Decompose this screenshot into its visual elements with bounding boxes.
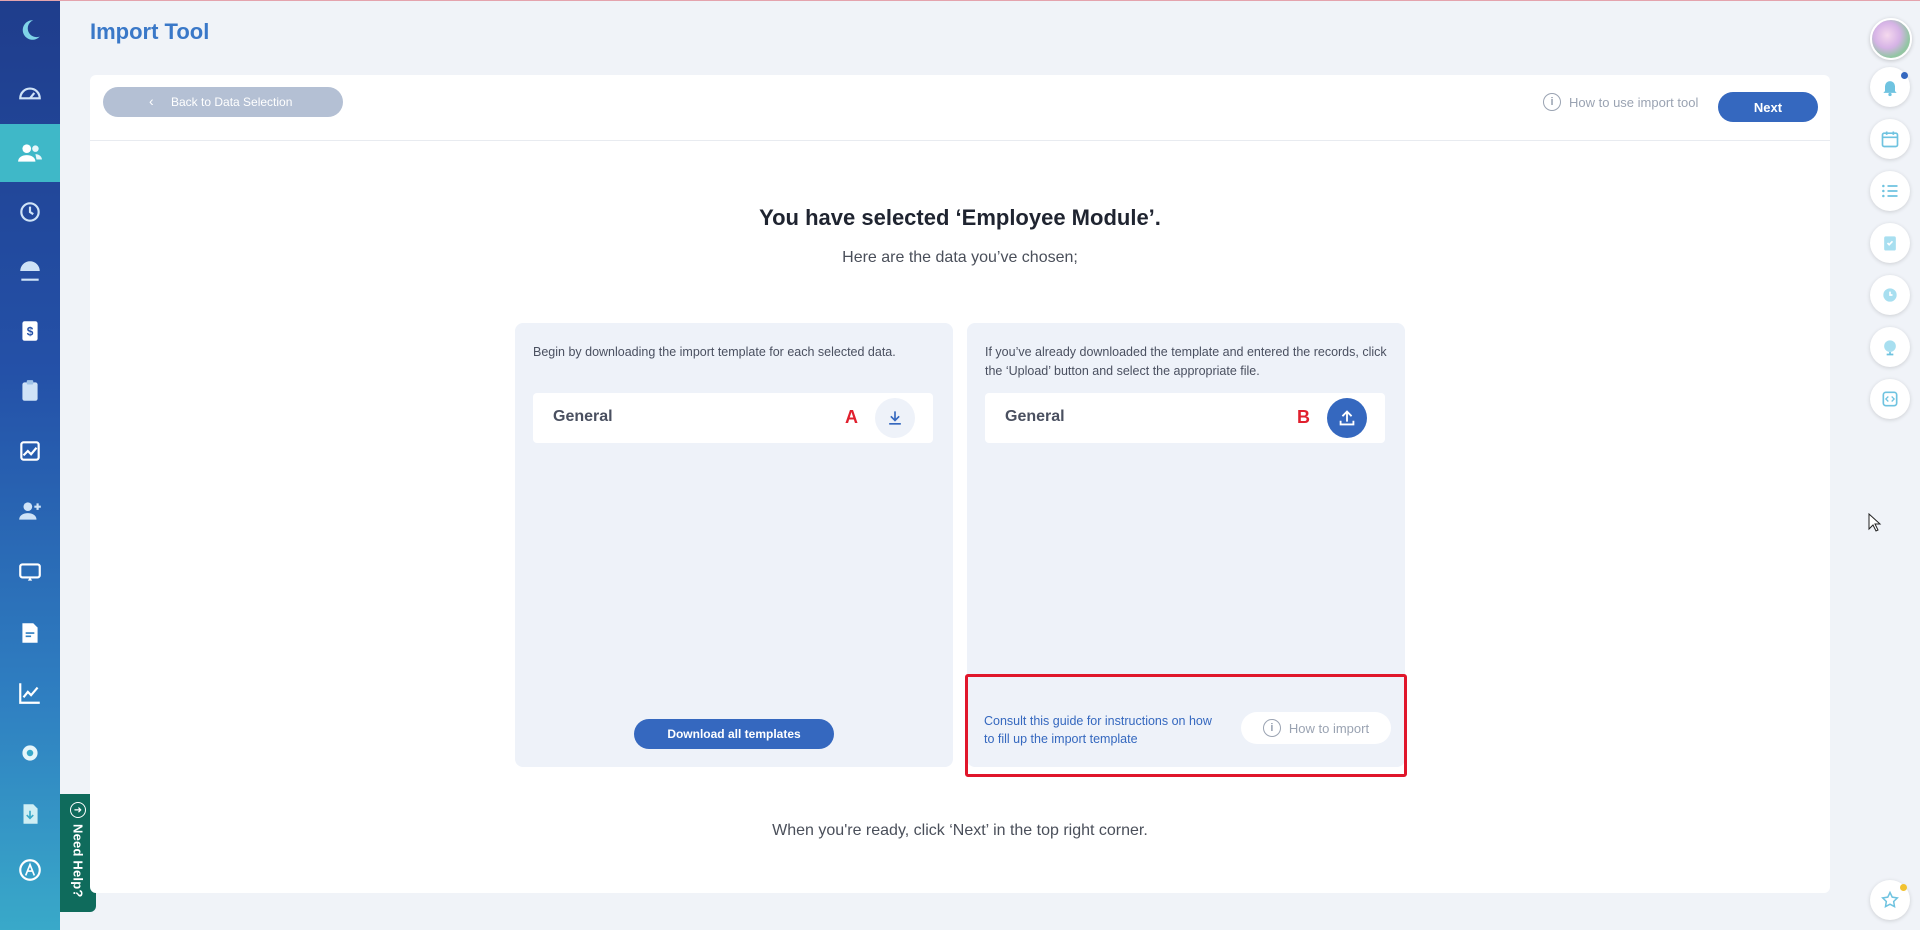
- sidebar-item-analytics[interactable]: [0, 664, 60, 722]
- download-template-row: General A: [533, 393, 933, 443]
- upload-icon: [1339, 410, 1355, 426]
- leave-umbrella-icon: [20, 261, 40, 281]
- import-guide-highlight: Consult this guide for instructions on h…: [965, 674, 1407, 777]
- page-title: Import Tool: [90, 19, 210, 44]
- notification-bell-icon: [1883, 81, 1897, 97]
- sidebar-item-leave[interactable]: [0, 242, 60, 300]
- guide-text: Consult this guide for instructions on h…: [984, 714, 1212, 746]
- help-arrow-icon: ➜: [70, 802, 86, 818]
- sidebar-item-training[interactable]: [0, 543, 60, 601]
- analytics-line-icon: [19, 683, 40, 704]
- checklist-button[interactable]: [1870, 223, 1910, 263]
- sidebar-item-apps[interactable]: [0, 841, 60, 899]
- document-icon: [22, 623, 38, 643]
- template-name: General: [553, 408, 613, 425]
- globe-icon: [1884, 340, 1896, 356]
- checklist-icon: [1884, 236, 1896, 251]
- sidebar-item-payroll[interactable]: $: [0, 302, 60, 360]
- notification-dot: [1901, 72, 1908, 79]
- info-icon: i: [1262, 719, 1281, 737]
- moon-logo-icon: [22, 20, 40, 40]
- template-name: General: [1005, 408, 1065, 425]
- info-icon: i: [1543, 93, 1561, 111]
- sidebar-item-documents[interactable]: [0, 604, 60, 662]
- marker-b: B: [1297, 407, 1310, 427]
- calendar-button[interactable]: [1870, 119, 1910, 159]
- file-download-icon: [23, 804, 38, 824]
- sidebar-item-employees[interactable]: [0, 124, 60, 182]
- globe-button[interactable]: [1870, 327, 1910, 367]
- image-chart-icon: [20, 441, 40, 461]
- footer-instruction: When you're ready, click ‘Next’ in the t…: [772, 822, 1148, 839]
- avatar[interactable]: [1870, 18, 1912, 60]
- dashboard-gauge-icon: [19, 87, 41, 100]
- selection-heading: You have selected ‘Employee Module’.: [759, 205, 1161, 230]
- app-logo[interactable]: [0, 1, 60, 59]
- employees-icon: [18, 144, 42, 162]
- marker-a: A: [845, 407, 858, 427]
- svg-text:$: $: [27, 324, 34, 338]
- need-help-label: Need Help?: [70, 824, 86, 898]
- payroll-dollar-icon: $: [22, 321, 38, 341]
- back-button-label: Back to Data Selection: [171, 95, 293, 109]
- favorite-star-icon: [1881, 890, 1899, 908]
- app-store-icon: [19, 859, 41, 881]
- clock-icon: [1883, 288, 1897, 302]
- sidebar-item-settings[interactable]: [0, 724, 60, 782]
- left-sidebar: $: [0, 1, 60, 930]
- how-to-import-button[interactable]: i How to import: [1241, 712, 1391, 744]
- timesheet-button[interactable]: [1870, 275, 1910, 315]
- code-embed-button[interactable]: [1870, 379, 1910, 419]
- mouse-cursor-icon: [1868, 513, 1882, 532]
- sidebar-item-history[interactable]: [0, 183, 60, 241]
- calendar-icon: [1881, 131, 1899, 148]
- selection-subheading: Here are the data you’ve chosen;: [842, 249, 1078, 266]
- upload-template-row: General B: [985, 393, 1385, 443]
- how-to-use-label: How to use import tool: [1569, 94, 1699, 110]
- main-card: ‹ Back to Data Selection i How to use im…: [90, 75, 1830, 893]
- download-icon: [889, 411, 901, 425]
- sidebar-item-reports[interactable]: [0, 422, 60, 480]
- history-clock-icon: [20, 202, 40, 222]
- upload-file-button[interactable]: [1327, 398, 1367, 438]
- how-to-use-import-tool-link[interactable]: i How to use import tool: [1543, 93, 1698, 111]
- sidebar-item-tasks[interactable]: [0, 362, 60, 420]
- download-template-button[interactable]: [875, 398, 915, 438]
- list-icon: [1882, 184, 1898, 198]
- import-toolbar: ‹ Back to Data Selection i How to use im…: [90, 75, 1830, 141]
- upload-instruction: If you’ve already downloaded the templat…: [985, 345, 1387, 378]
- next-button[interactable]: Next: [1718, 92, 1818, 122]
- training-screen-icon: [19, 563, 41, 581]
- how-to-import-label: How to import: [1288, 720, 1370, 736]
- add-user-icon: [19, 502, 41, 520]
- clipboard-icon: [22, 380, 38, 401]
- download-all-templates-button[interactable]: Download all templates: [634, 719, 834, 749]
- favorites-button[interactable]: [1870, 880, 1910, 920]
- back-to-data-selection-button[interactable]: ‹ Back to Data Selection: [103, 87, 343, 117]
- sidebar-item-downloads[interactable]: [0, 785, 60, 843]
- notifications-button[interactable]: [1870, 67, 1910, 107]
- code-embed-icon: [1882, 391, 1898, 407]
- list-button[interactable]: [1870, 171, 1910, 211]
- chevron-left-icon: ‹: [149, 93, 154, 109]
- favorites-dot: [1900, 884, 1907, 891]
- settings-gear-icon: [22, 745, 38, 761]
- sidebar-item-recruitment[interactable]: [0, 482, 60, 540]
- sidebar-item-dashboard[interactable]: [0, 65, 60, 123]
- download-instruction: Begin by downloading the import template…: [533, 345, 896, 359]
- download-panel: Begin by downloading the import template…: [515, 323, 953, 767]
